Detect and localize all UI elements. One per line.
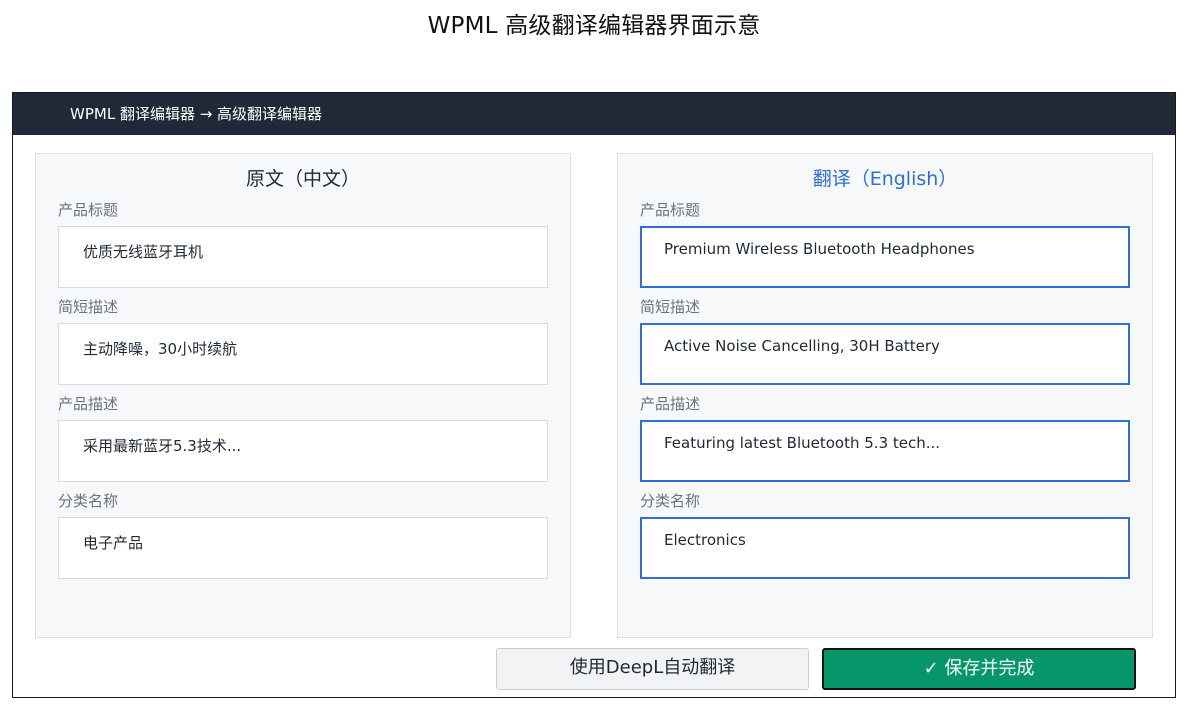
page-title: WPML 高级翻译编辑器界面示意 bbox=[427, 13, 761, 39]
translation-panel-heading: 翻译（English） bbox=[812, 168, 958, 190]
translation-field-label-category: 分类名称 bbox=[640, 492, 701, 510]
translation-panel: 翻译（English） 产品标题 Premium Wireless Blueto… bbox=[617, 153, 1153, 638]
source-field-label-short-description: 简短描述 bbox=[58, 298, 119, 316]
deepl-auto-translate-button[interactable]: 使用DeepL自动翻译 bbox=[496, 648, 809, 690]
translation-field-title[interactable]: Premium Wireless Bluetooth Headphones bbox=[640, 226, 1130, 288]
breadcrumb: WPML 翻译编辑器 → 高级翻译编辑器 bbox=[70, 105, 323, 123]
translation-field-short-description[interactable]: Active Noise Cancelling, 30H Battery bbox=[640, 323, 1130, 385]
source-panel: 原文（中文） 产品标题 优质无线蓝牙耳机 简短描述 主动降噪，30小时续航 产品… bbox=[35, 153, 571, 638]
source-field-category: 电子产品 bbox=[58, 517, 548, 579]
source-field-short-description: 主动降噪，30小时续航 bbox=[58, 323, 548, 385]
translation-field-label-short-description: 简短描述 bbox=[640, 298, 701, 316]
source-panel-heading: 原文（中文） bbox=[245, 168, 360, 190]
source-field-description: 采用最新蓝牙5.3技术... bbox=[58, 420, 548, 482]
source-field-label-title: 产品标题 bbox=[58, 201, 119, 219]
editor-window: WPML 翻译编辑器 → 高级翻译编辑器 原文（中文） 产品标题 优质无线蓝牙耳… bbox=[12, 92, 1176, 698]
translation-field-description[interactable]: Featuring latest Bluetooth 5.3 tech... bbox=[640, 420, 1130, 482]
translation-field-label-description: 产品描述 bbox=[640, 395, 701, 413]
translation-field-label-title: 产品标题 bbox=[640, 201, 701, 219]
source-field-label-description: 产品描述 bbox=[58, 395, 119, 413]
save-and-complete-button[interactable]: ✓ 保存并完成 bbox=[822, 648, 1136, 690]
window-titlebar: WPML 翻译编辑器 → 高级翻译编辑器 bbox=[13, 93, 1175, 135]
source-field-title: 优质无线蓝牙耳机 bbox=[58, 226, 548, 288]
source-field-label-category: 分类名称 bbox=[58, 492, 119, 510]
translation-field-category[interactable]: Electronics bbox=[640, 517, 1130, 579]
